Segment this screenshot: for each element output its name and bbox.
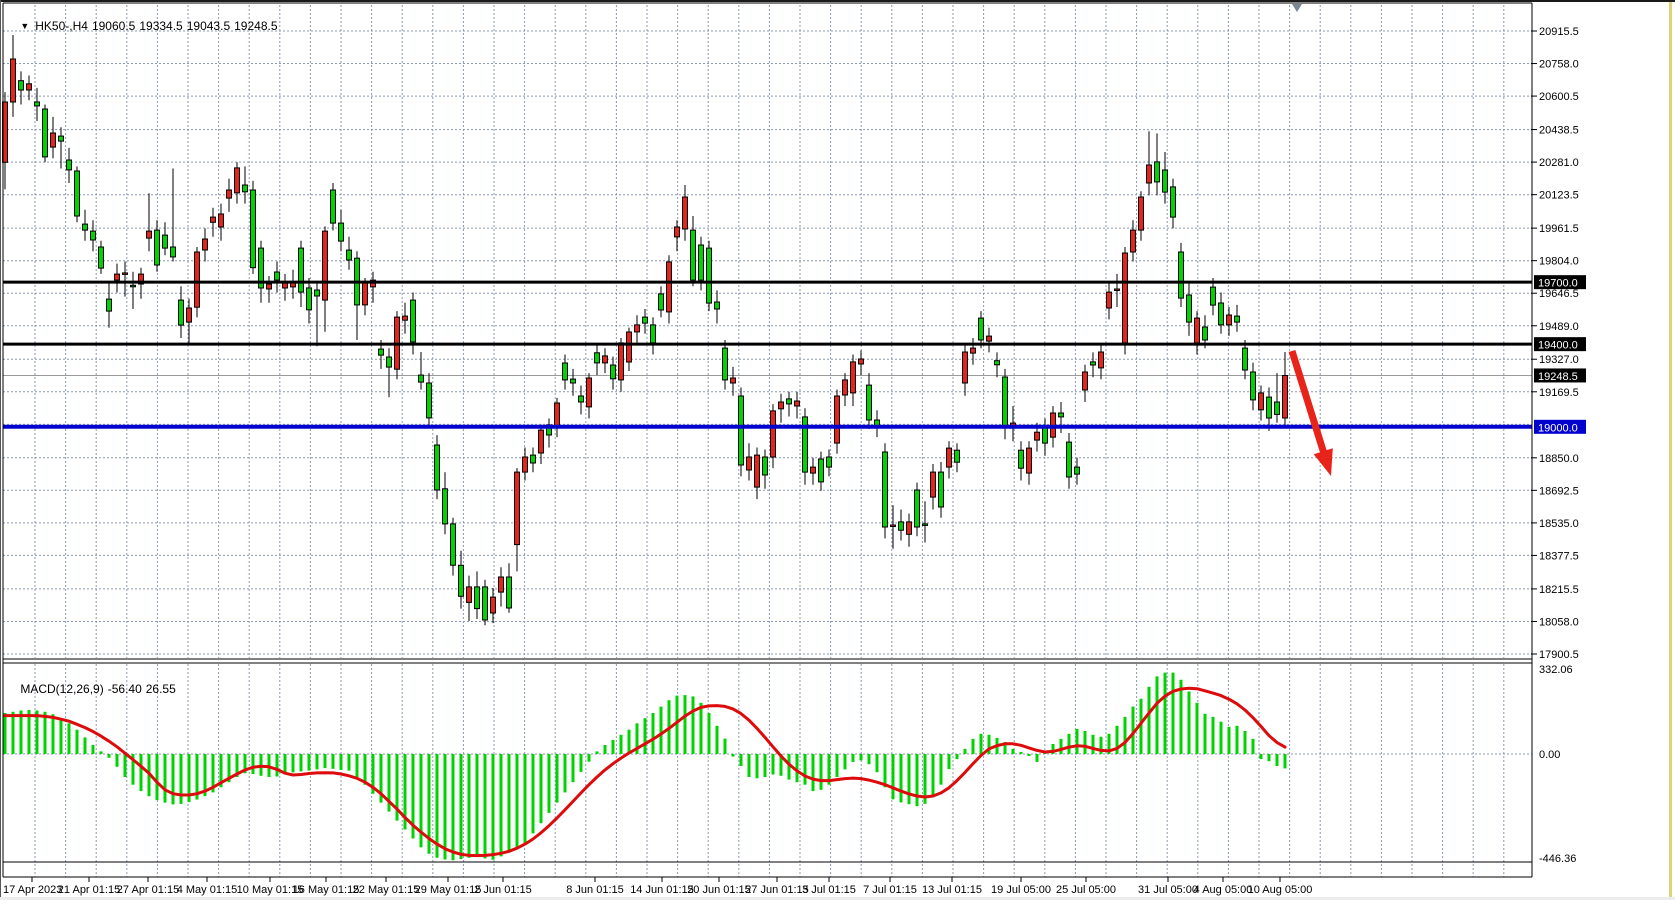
price-tick-label: 18850.0: [1539, 453, 1579, 465]
price-tick-label: 19804.0: [1539, 256, 1579, 268]
symbol-dropdown-icon[interactable]: ▼: [20, 21, 29, 31]
time-tick-label: 2 Jun 01:15: [474, 884, 532, 896]
price-tick-label: 19646.5: [1539, 288, 1579, 300]
close-value: 19248.5: [234, 19, 277, 33]
time-tick-label: 14 Jun 01:15: [630, 884, 694, 896]
panel-frames: [3, 3, 1532, 877]
price-tick-label: 19169.5: [1539, 387, 1579, 399]
macd-layer: [5, 673, 1285, 861]
time-tick-label: 4 Aug 05:00: [1194, 884, 1253, 896]
open-value: 19060.5: [92, 19, 135, 33]
chart-canvas[interactable]: 20915.5 20758.0 20600.5 20438.5 20281.0 20123…: [0, 0, 1675, 900]
price-tick-label: 18377.5: [1539, 550, 1579, 562]
symbol-period-label: HK50-,H4: [35, 19, 88, 33]
price-tick-label: 19327.0: [1539, 354, 1579, 366]
time-tick-label: 27 Jun 01:15: [745, 884, 809, 896]
time-tick-label: 20 Jun 01:15: [687, 884, 751, 896]
price-tick-label: 19489.0: [1539, 321, 1579, 333]
time-tick-label: 21 Apr 01:15: [58, 884, 120, 896]
time-tick-label: 4 May 01:15: [177, 884, 238, 896]
price-tick-label: 20123.5: [1539, 190, 1579, 202]
time-tick-label: 10 Aug 05:00: [1248, 884, 1313, 896]
price-tick-label: 17900.5: [1539, 649, 1579, 661]
macd-header: MACD(12,26,9) -56.40 26.55: [7, 668, 180, 710]
price-tick-label: 20915.5: [1539, 26, 1579, 38]
time-tick-label: 8 Jun 01:15: [566, 884, 624, 896]
window-top-border: [0, 0, 1675, 2]
price-tick-label: 20281.0: [1539, 157, 1579, 169]
macd-indicator-label: MACD(12,26,9): [20, 682, 103, 696]
macd-tick-label: 332.06: [1539, 664, 1573, 676]
time-tick-label: 29 May 01:15: [415, 884, 482, 896]
macd-signal-value: 26.55: [146, 682, 176, 696]
time-tick-label: 17 Apr 2023: [3, 884, 62, 896]
price-level-badge: 19700.0: [1538, 278, 1578, 290]
price-tick-label: 18215.5: [1539, 584, 1579, 596]
macd-tick-label: -446.36: [1539, 853, 1576, 865]
window-edge-strip: [1669, 0, 1672, 897]
price-tick-label: 20600.5: [1539, 91, 1579, 103]
price-level-badge: 19000.0: [1538, 422, 1578, 434]
down-arrow-annotation[interactable]: [1292, 351, 1333, 476]
time-axis: 17 Apr 202321 Apr 01:1527 Apr 01:154 May…: [3, 877, 1312, 896]
time-tick-label: 31 Jul 05:00: [1138, 884, 1198, 896]
candles-layer: [3, 35, 1288, 625]
price-tick-label: 19961.5: [1539, 223, 1579, 235]
macd-value: -56.40: [108, 682, 142, 696]
low-value: 19043.5: [187, 19, 230, 33]
mt4-chart-window: 20915.5 20758.0 20600.5 20438.5 20281.0 20123…: [0, 0, 1675, 900]
macd-axis: 332.06 0.00 -446.36: [1539, 664, 1576, 865]
price-tick-label: 18535.0: [1539, 518, 1579, 530]
grid-layer: [3, 5, 1532, 877]
time-tick-label: 19 Jul 05:00: [991, 884, 1051, 896]
chart-shift-marker-icon: [1292, 4, 1302, 12]
ohlc-header: ▼ HK50-,H4 19060.5 19334.5 19043.5 19248.5: [7, 5, 282, 47]
high-value: 19334.5: [139, 19, 182, 33]
time-tick-label: 16 May 01:15: [293, 884, 360, 896]
time-tick-label: 13 Jul 01:15: [922, 884, 982, 896]
price-tick-label: 18058.0: [1539, 616, 1579, 628]
price-tick-label: 18692.5: [1539, 485, 1579, 497]
time-tick-label: 27 Apr 01:15: [117, 884, 179, 896]
macd-tick-label: 0.00: [1539, 749, 1560, 761]
time-tick-label: 22 May 01:15: [353, 884, 420, 896]
time-tick-label: 7 Jul 01:15: [863, 884, 917, 896]
price-level-badge: 19248.5: [1538, 371, 1578, 383]
price-axis: 20915.5 20758.0 20600.5 20438.5 20281.0 20123…: [1531, 26, 1586, 661]
time-tick-label: 25 Jul 05:00: [1056, 884, 1116, 896]
price-tick-label: 20758.0: [1539, 59, 1579, 71]
price-level-badge: 19400.0: [1538, 340, 1578, 352]
window-left-border: [0, 0, 1, 897]
price-tick-label: 20438.5: [1539, 125, 1579, 137]
time-tick-label: 3 Jul 01:15: [802, 884, 856, 896]
arrow-head: [1314, 448, 1333, 476]
